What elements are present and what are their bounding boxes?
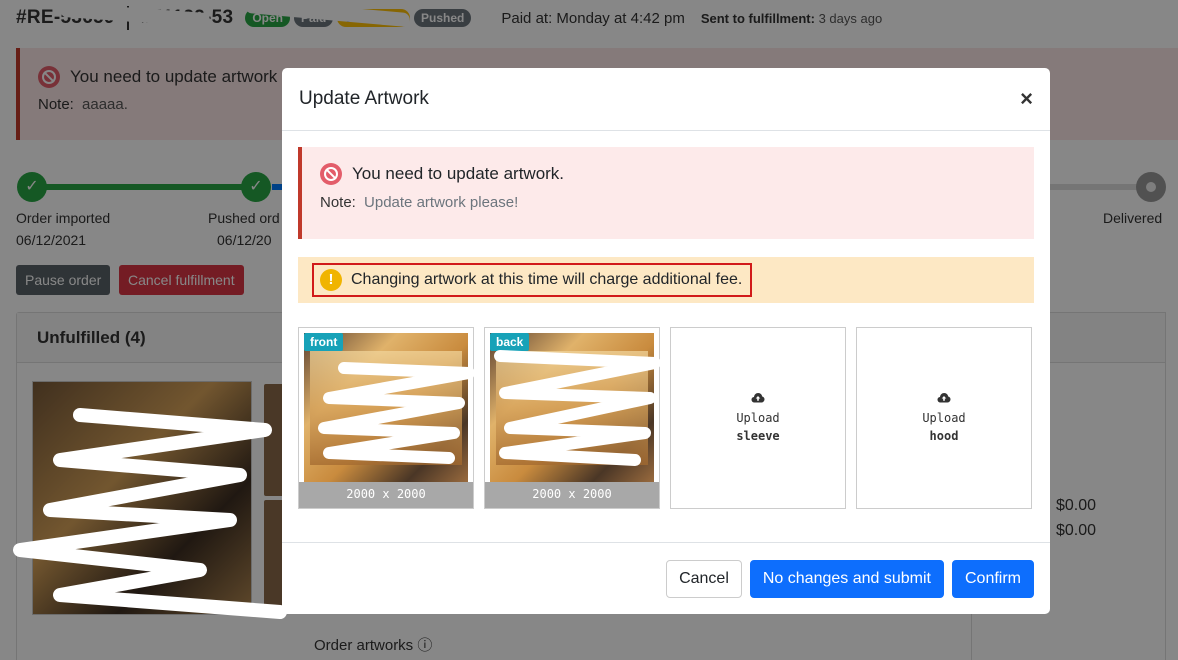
modal-title: Update Artwork [299, 88, 429, 109]
warning-highlight-box: ! Changing artwork at this time will cha… [312, 263, 753, 297]
upload-target: sleeve [736, 428, 780, 443]
upload-hood-tile[interactable]: Upload hood [856, 327, 1032, 509]
alert-message: You need to update artwork. [352, 164, 565, 183]
warning-icon: ! [320, 269, 342, 291]
upload-label: Upload [922, 410, 966, 425]
cloud-upload-icon [937, 392, 951, 402]
update-artwork-alert: You need to update artwork. Note: Update… [298, 147, 1034, 239]
artwork-size: 2000 x 2000 [485, 482, 659, 508]
redaction-scribble [494, 350, 661, 466]
artwork-tile-front[interactable]: front 2000 x 2000 [298, 327, 475, 509]
upload-sleeve-tile[interactable]: Upload sleeve [670, 327, 846, 509]
no-changes-submit-button[interactable]: No changes and submit [749, 559, 944, 598]
redaction-scribble [13, 408, 287, 619]
redaction-scribble [318, 362, 475, 464]
alert-note-label: Note: [320, 194, 356, 211]
artwork-grid: front 2000 x 2000 back 2000 x 2000 Uploa… [298, 327, 1034, 509]
update-artwork-modal: Update Artwork × You need to update artw… [282, 68, 1050, 614]
modal-footer: Cancel No changes and submit Confirm [282, 542, 1050, 614]
artwork-tile-back[interactable]: back 2000 x 2000 [484, 327, 661, 509]
artwork-size: 2000 x 2000 [299, 482, 473, 508]
warning-text: Changing artwork at this time will charg… [351, 271, 743, 288]
modal-header: Update Artwork × [282, 68, 1050, 131]
cancel-button[interactable]: Cancel [666, 559, 742, 598]
confirm-button[interactable]: Confirm [951, 559, 1034, 598]
upload-target: hood [929, 428, 959, 443]
modal-body: You need to update artwork. Note: Update… [282, 131, 1050, 525]
stop-icon [320, 163, 342, 185]
additional-fee-warning: ! Changing artwork at this time will cha… [298, 257, 1034, 303]
alert-note-value: Update artwork please! [364, 194, 519, 211]
close-icon[interactable]: × [1020, 88, 1033, 110]
cloud-upload-icon [751, 392, 765, 402]
upload-label: Upload [736, 410, 780, 425]
